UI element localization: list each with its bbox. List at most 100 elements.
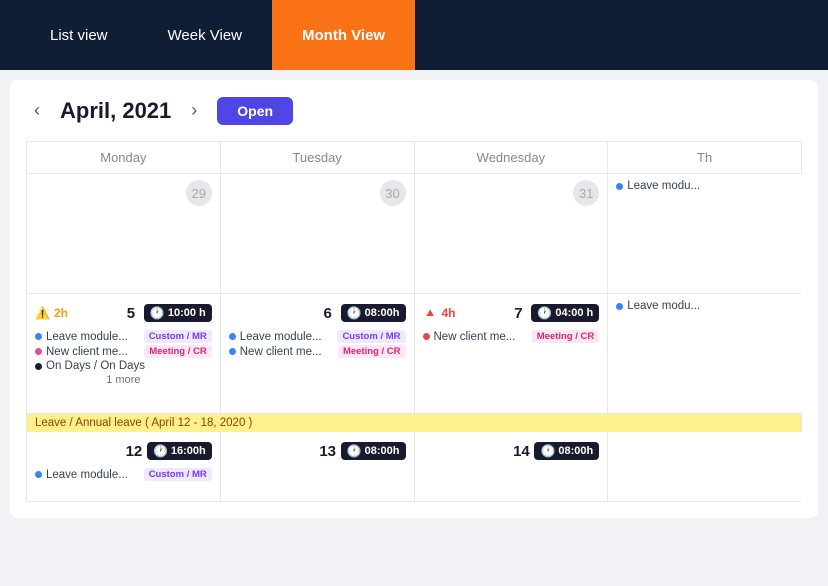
- clock-icon-13: 🕐: [347, 444, 362, 458]
- event-tag: Meeting / CR: [144, 345, 212, 358]
- clock-icon-7: 🕐: [537, 306, 552, 320]
- cell-top-30: 30: [229, 180, 406, 206]
- event-dot: [35, 471, 42, 478]
- calendar-row-1: 29 30 31 Leave modu...: [26, 174, 802, 294]
- event-tag: Custom / MR: [337, 330, 405, 343]
- time-badge-7: 🕐 04:00 h: [531, 304, 599, 322]
- tab-list-view[interactable]: List view: [20, 0, 138, 70]
- day-header-thursday: Th: [608, 142, 802, 174]
- row3-cells: 12 🕐 16:00h Leave module... Custom / MR …: [27, 432, 802, 502]
- event-leave-thu-row2[interactable]: Leave modu...: [616, 300, 794, 312]
- event-ondays-5[interactable]: On Days / On Days: [35, 360, 212, 372]
- calendar-title: April, 2021: [60, 98, 171, 124]
- date-31: 31: [573, 180, 599, 206]
- date-29: 29: [186, 180, 212, 206]
- alert-warning-5: ⚠️ 2h: [35, 306, 68, 320]
- day-header-monday: Monday: [27, 142, 221, 174]
- day-header-wednesday: Wednesday: [415, 142, 609, 174]
- calendar-row-3: Leave / Annual leave ( April 12 - 18, 20…: [26, 414, 802, 502]
- event-leave-5[interactable]: Leave module... Custom / MR: [35, 330, 212, 343]
- event-tag: Meeting / CR: [532, 330, 600, 343]
- date-6: 6: [315, 300, 341, 326]
- event-dot: [35, 363, 42, 370]
- warning-icon: ⚠️: [35, 306, 50, 320]
- main-content: ‹ April, 2021 › Open Monday Tuesday Wedn…: [10, 80, 818, 518]
- cell-31: 31: [415, 174, 609, 294]
- event-dot: [35, 333, 42, 340]
- event-label: New client me...: [240, 346, 334, 358]
- calendar-row-2: ⚠️ 2h 5 🕐 10:00 h Leave module... Custom…: [26, 294, 802, 414]
- event-leave-thu-row1[interactable]: Leave modu...: [616, 180, 794, 192]
- cell-5: ⚠️ 2h 5 🕐 10:00 h Leave module... Custom…: [27, 294, 221, 414]
- alert-error-7: 🔺 4h: [423, 306, 456, 320]
- cell-top-12: 12 🕐 16:00h: [35, 438, 212, 464]
- day-header-tuesday: Tuesday: [221, 142, 415, 174]
- cell-top-5: ⚠️ 2h 5 🕐 10:00 h: [35, 300, 212, 326]
- date-7: 7: [505, 300, 531, 326]
- time-badge-12: 🕐 16:00h: [147, 442, 212, 460]
- cell-thu-row3: [608, 432, 802, 502]
- event-tag: Custom / MR: [144, 330, 212, 343]
- cell-top-31: 31: [423, 180, 600, 206]
- nav-bar: List view Week View Month View: [0, 0, 828, 70]
- time-label-13: 08:00h: [365, 445, 400, 457]
- event-label: New client me...: [46, 346, 140, 358]
- cell-7: 🔺 4h 7 🕐 04:00 h New client me... Meetin…: [415, 294, 609, 414]
- time-badge-13: 🕐 08:00h: [341, 442, 406, 460]
- cell-29: 29: [27, 174, 221, 294]
- event-label: Leave modu...: [627, 300, 794, 312]
- alert-label-5: 2h: [54, 306, 68, 320]
- event-tag: Meeting / CR: [338, 345, 406, 358]
- alert-label-7: 4h: [441, 306, 455, 320]
- annual-leave-bar[interactable]: Leave / Annual leave ( April 12 - 18, 20…: [27, 414, 801, 432]
- prev-month-button[interactable]: ‹: [26, 96, 48, 125]
- cell-14: 14 🕐 08:00h: [415, 432, 609, 502]
- calendar-header: ‹ April, 2021 › Open: [26, 96, 802, 125]
- cell-30: 30: [221, 174, 415, 294]
- event-label: Leave module...: [240, 331, 334, 343]
- date-13: 13: [315, 438, 341, 464]
- time-badge-14: 🕐 08:00h: [534, 442, 599, 460]
- event-client-5[interactable]: New client me... Meeting / CR: [35, 345, 212, 358]
- cell-top-14: 14 🕐 08:00h: [423, 438, 600, 464]
- time-label-14: 08:00h: [558, 445, 593, 457]
- clock-icon-5: 🕐: [150, 306, 165, 320]
- cell-top-29: 29: [35, 180, 212, 206]
- cell-12: 12 🕐 16:00h Leave module... Custom / MR: [27, 432, 221, 502]
- event-tag: Custom / MR: [144, 468, 212, 481]
- time-label-7: 04:00 h: [555, 307, 593, 319]
- error-icon-7: 🔺: [423, 306, 438, 320]
- event-dot: [423, 333, 430, 340]
- event-label: Leave module...: [46, 469, 140, 481]
- time-label-12: 16:00h: [171, 445, 206, 457]
- tab-week-view[interactable]: Week View: [138, 0, 272, 70]
- clock-icon-14: 🕐: [540, 444, 555, 458]
- event-label: Leave module...: [46, 331, 140, 343]
- clock-icon-12: 🕐: [153, 444, 168, 458]
- time-label-5: 10:00 h: [168, 307, 206, 319]
- cell-thu-row2: Leave modu...: [608, 294, 802, 414]
- next-month-button[interactable]: ›: [183, 96, 205, 125]
- date-30: 30: [380, 180, 406, 206]
- cell-13: 13 🕐 08:00h: [221, 432, 415, 502]
- event-leave-12[interactable]: Leave module... Custom / MR: [35, 468, 212, 481]
- date-12: 12: [121, 438, 147, 464]
- event-label: New client me...: [434, 331, 528, 343]
- event-dot: [616, 183, 623, 190]
- annual-leave-row: Leave / Annual leave ( April 12 - 18, 20…: [27, 414, 802, 432]
- event-client-7[interactable]: New client me... Meeting / CR: [423, 330, 600, 343]
- clock-icon-6: 🕐: [347, 306, 362, 320]
- event-label: On Days / On Days: [46, 360, 212, 372]
- cell-top-6: 6 🕐 08:00h: [229, 300, 406, 326]
- event-leave-6[interactable]: Leave module... Custom / MR: [229, 330, 406, 343]
- open-button[interactable]: Open: [217, 97, 293, 125]
- event-dot: [35, 348, 42, 355]
- event-dot: [229, 333, 236, 340]
- time-label-6: 08:00h: [365, 307, 400, 319]
- more-link-5[interactable]: 1 more: [35, 374, 212, 386]
- cell-top-7: 🔺 4h 7 🕐 04:00 h: [423, 300, 600, 326]
- event-client-6[interactable]: New client me... Meeting / CR: [229, 345, 406, 358]
- day-headers: Monday Tuesday Wednesday Th: [26, 141, 802, 174]
- event-dot: [229, 348, 236, 355]
- tab-month-view[interactable]: Month View: [272, 0, 415, 70]
